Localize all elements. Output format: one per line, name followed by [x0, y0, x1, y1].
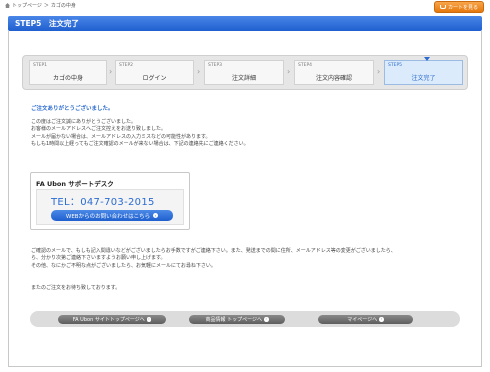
- product-top-label: 商品情報 トップページへ: [205, 317, 263, 323]
- support-desk-title: FA Ubon サポートデスク: [36, 180, 114, 188]
- footer-nav: FA Ubon サイトトップページへ › 商品情報 トップページへ › マイペー…: [30, 311, 460, 327]
- step-number: STEP5: [388, 63, 403, 68]
- chevron-right-icon: ›: [197, 67, 201, 76]
- my-page-label: マイページへ: [347, 317, 378, 323]
- message-line: もしも1時間以上経ってもご注文確認のメールが来ない場合は、下記の連絡先にご連絡く…: [31, 140, 249, 147]
- top-bar: トップページ ＞ カゴの中身 カートを見る: [0, 0, 490, 14]
- support-contact-panel: TEL：047-703-2015 WEBからのお問い合わせはこちら ›: [36, 189, 184, 225]
- message-line: メールが届かない場合は、メールアドレスの入力ミスなどの可能性があります。: [31, 133, 211, 140]
- thanks-heading: ご注文ありがとうございました。: [31, 106, 114, 112]
- step-2: STEP2 ログイン: [115, 60, 194, 85]
- arrow-right-icon: ›: [153, 213, 159, 218]
- closing-message: またのご注文をお待ち致しております。: [31, 285, 121, 291]
- step-label: 注文詳細: [231, 75, 256, 82]
- step-label: ログイン: [142, 75, 167, 82]
- step-label: 注文内容確認: [315, 75, 352, 82]
- support-desk-box: FA Ubon サポートデスク TEL：047-703-2015 WEBからのお…: [30, 172, 190, 230]
- view-cart-label: カートを見る: [447, 4, 478, 11]
- step-1: STEP1 カゴの中身: [29, 60, 107, 85]
- notice-message: ご確認のメールで、もしも記入間違いなどがございましたらお手数ですがご連絡下さい。…: [31, 248, 396, 270]
- breadcrumb-current: カゴの中身: [50, 3, 76, 9]
- arrow-right-icon: ›: [146, 317, 152, 322]
- checkout-steps: STEP1 カゴの中身 › STEP2 ログイン › STEP3 注文詳細 › …: [22, 55, 468, 90]
- my-page-button[interactable]: マイページへ ›: [318, 315, 413, 324]
- chevron-right-icon: ›: [109, 67, 113, 76]
- product-top-button[interactable]: 商品情報 トップページへ ›: [189, 315, 285, 324]
- breadcrumb: トップページ ＞ カゴの中身: [5, 2, 76, 9]
- notice-line: その他、なにかご不明な点がございましたら、お気軽にメールにてお尋ね下さい。: [31, 262, 216, 269]
- breadcrumb-separator: ＞: [43, 3, 49, 9]
- step-3: STEP3 注文詳細: [204, 60, 284, 85]
- step-number: STEP2: [119, 63, 134, 68]
- step-4: STEP4 注文内容確認: [294, 60, 374, 85]
- view-cart-button[interactable]: カートを見る: [434, 1, 484, 13]
- confirmation-message: この度はご注文誠にありがとうございました。 お客様のメールアドレスへご注文控えを…: [31, 119, 249, 148]
- step-number: STEP3: [208, 63, 223, 68]
- web-inquiry-label: WEBからのお問い合わせはこちら: [65, 213, 151, 220]
- step-number: STEP4: [298, 63, 313, 68]
- home-icon: [5, 3, 10, 8]
- cart-icon: [439, 5, 446, 9]
- step-label: 注文完了: [411, 75, 436, 82]
- arrow-right-icon: ›: [264, 317, 269, 322]
- site-top-label: FA Ubon サイトトップページへ: [72, 317, 145, 323]
- step-label: カゴの中身: [52, 75, 83, 82]
- site-top-button[interactable]: FA Ubon サイトトップページへ ›: [58, 315, 166, 324]
- breadcrumb-home-link[interactable]: トップページ: [12, 2, 42, 9]
- notice-line: ら、分かり次第ご連絡下さいますようお願い申し上げます。: [31, 255, 166, 262]
- arrow-right-icon: ›: [379, 317, 384, 322]
- chevron-right-icon: ›: [287, 67, 291, 76]
- page-title: STEP5 注文完了: [8, 16, 482, 31]
- chevron-right-icon: ›: [377, 67, 381, 76]
- step-5-current: STEP5 注文完了: [384, 60, 463, 85]
- support-phone: TEL：047-703-2015: [51, 197, 155, 208]
- web-inquiry-button[interactable]: WEBからのお問い合わせはこちら ›: [51, 210, 173, 221]
- message-line: お客様のメールアドレスへご注文控えをお送り致しました。: [31, 126, 167, 133]
- current-step-marker-icon: [424, 57, 430, 61]
- step-number: STEP1: [33, 63, 48, 68]
